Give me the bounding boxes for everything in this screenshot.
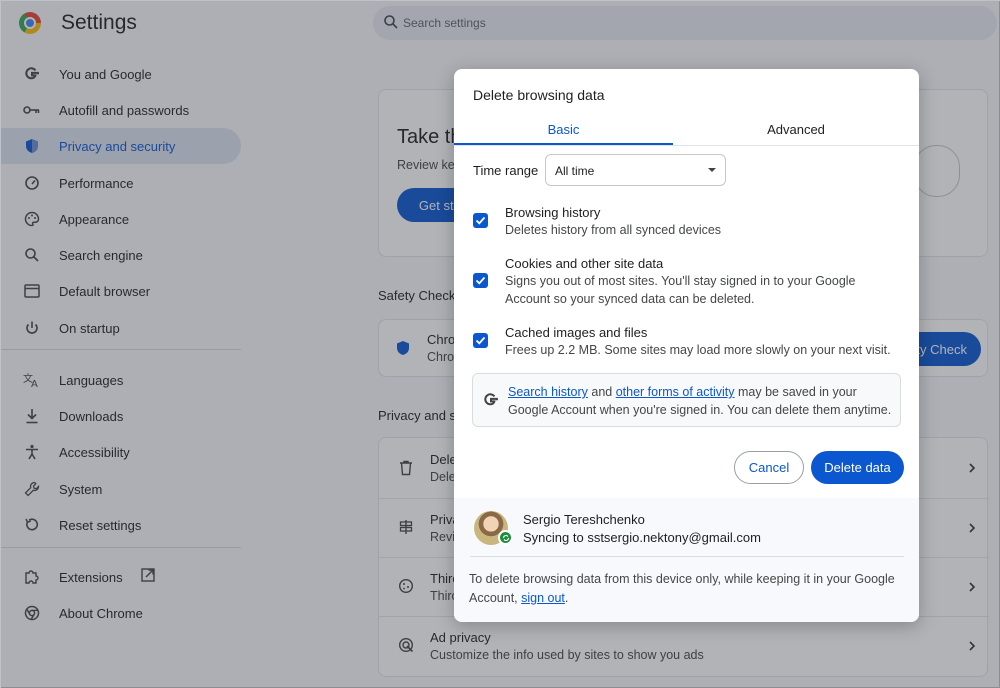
time-range-label: Time range [473,163,539,178]
settings-window: Settings You and Google Autofill and pas… [0,0,1000,688]
cancel-button[interactable]: Cancel [734,451,804,484]
dropdown-arrow-icon [708,168,716,172]
time-range-value: All time [555,164,595,178]
account-sync-status: Syncing to sstsergio.nektony@gmail.com [523,530,761,545]
checkmark-icon [475,216,486,225]
google-activity-notice: Search history and other forms of activi… [472,373,901,427]
delete-data-button[interactable]: Delete data [811,451,904,484]
search-history-link[interactable]: Search history [508,385,588,399]
option-desc: Signs you out of most sites. You'll stay… [505,274,856,306]
sign-out-link[interactable]: sign out [521,591,565,605]
option-desc: Deletes history from all synced devices [505,223,722,237]
browsing-history-checkbox[interactable] [473,213,488,228]
tab-divider [454,145,919,146]
notice-and: and [587,385,616,399]
other-activity-link[interactable]: other forms of activity [616,385,735,399]
checkmark-icon [475,276,486,285]
footer-note-end: . [564,591,569,605]
time-range-select[interactable]: All time [545,154,726,186]
footer-note: To delete browsing data from this device… [469,570,909,608]
tab-basic[interactable]: Basic [454,113,673,145]
option-title: Cached images and files [505,325,648,340]
checkmark-icon [475,336,486,345]
divider [470,556,904,557]
cached-images-checkbox[interactable] [473,333,488,348]
sync-icon [498,530,513,545]
notice-text: Search history and other forms of activi… [508,383,898,419]
dialog-title: Delete browsing data [473,87,605,103]
option-title: Browsing history [505,205,601,220]
option-title: Cookies and other site data [505,256,664,271]
tab-advanced[interactable]: Advanced [680,113,912,145]
option-desc: Frees up 2.2 MB. Some sites may load mor… [505,343,891,357]
dialog-footer: Sergio Tereshchenko Syncing to sstsergio… [454,498,919,622]
cookies-checkbox[interactable] [473,273,488,288]
account-name: Sergio Tereshchenko [523,512,645,527]
google-g-icon [484,393,498,406]
delete-browsing-data-dialog: Delete browsing data Basic Advanced Time… [454,69,919,622]
